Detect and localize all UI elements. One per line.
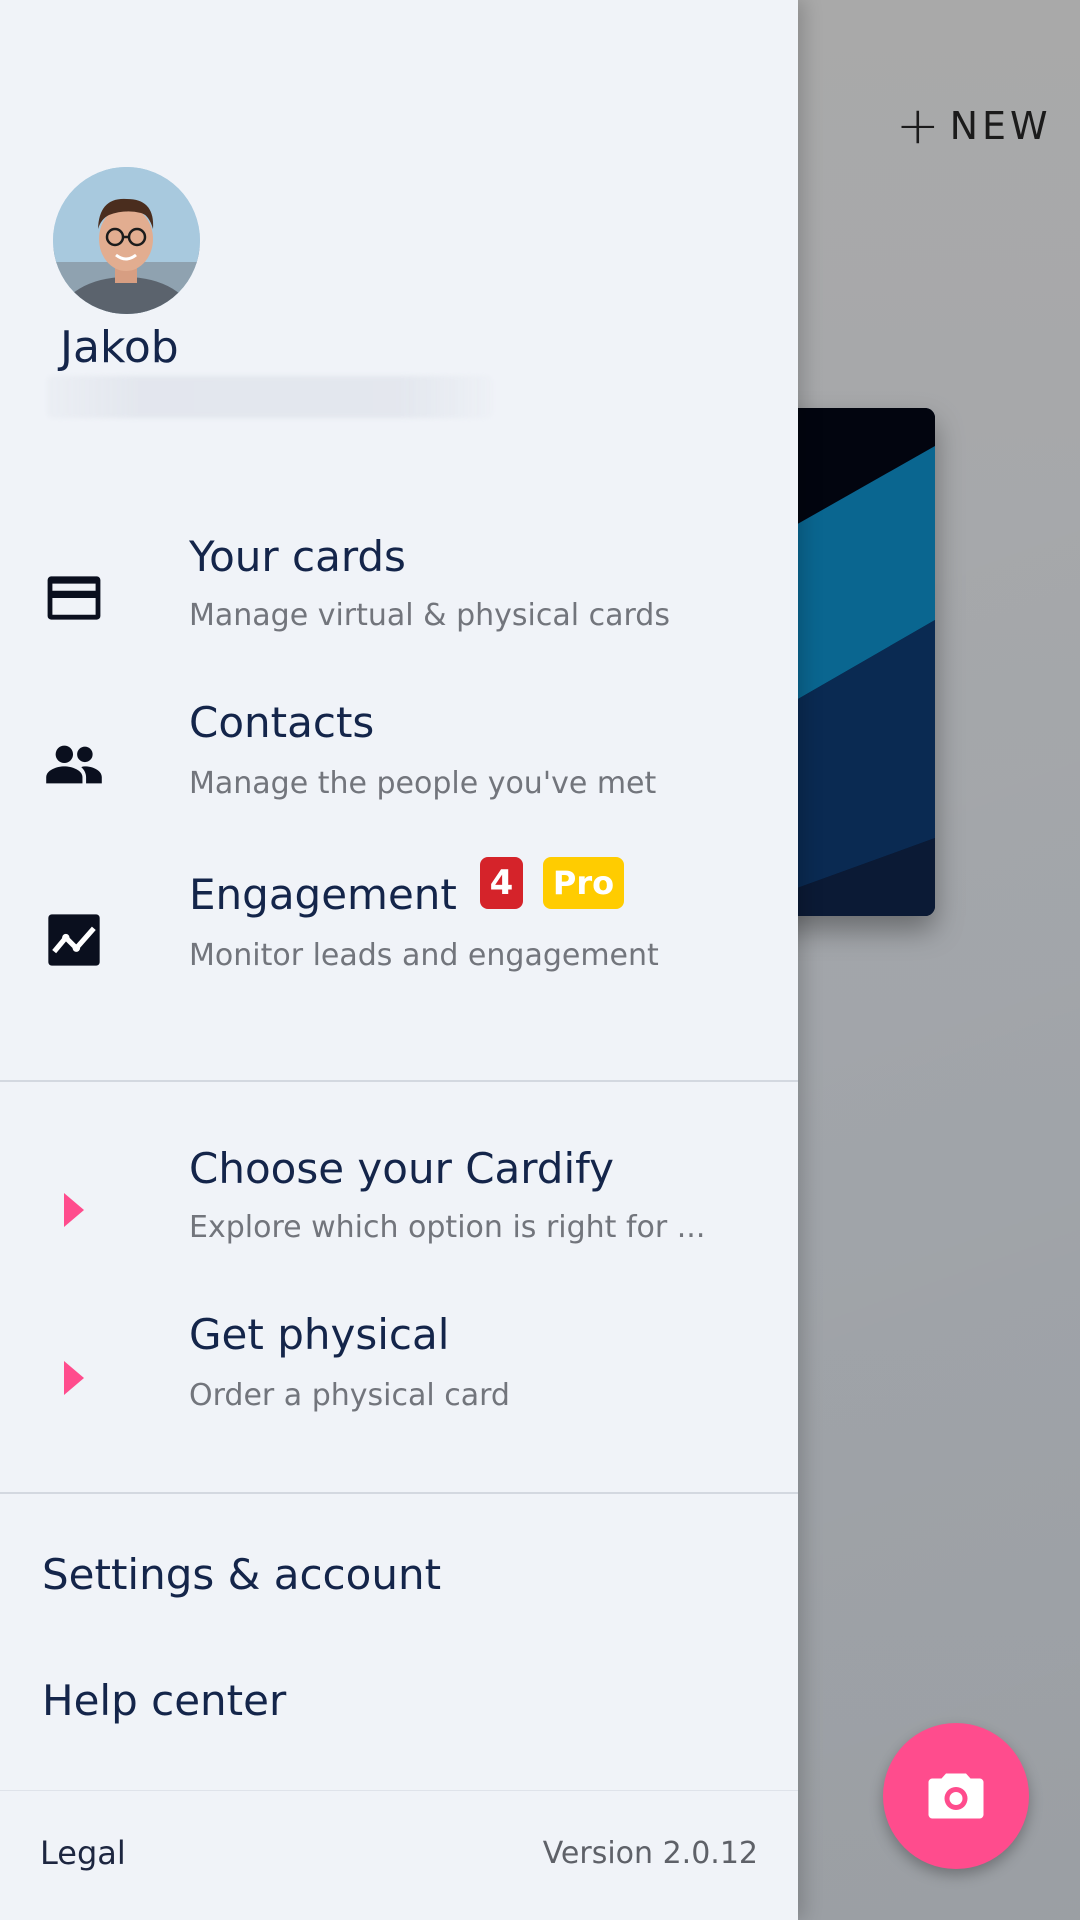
plus-icon: +	[896, 96, 944, 156]
menu-subtitle: Order a physical card	[189, 1378, 510, 1413]
camera-fab[interactable]	[883, 1723, 1029, 1869]
avatar[interactable]	[53, 167, 200, 314]
menu-title: Your cards	[189, 532, 406, 581]
new-button-label: NEW	[949, 104, 1052, 148]
menu-title: Engagement	[189, 870, 457, 919]
avatar-photo	[53, 167, 200, 314]
menu-subtitle: Monitor leads and engagement	[189, 938, 659, 973]
help-center-link[interactable]: Help center	[42, 1676, 286, 1725]
menu-title: Contacts	[189, 698, 375, 747]
divider	[0, 1080, 798, 1082]
menu-subtitle: Manage virtual & physical cards	[189, 598, 670, 633]
legal-link[interactable]: Legal	[40, 1834, 126, 1872]
play-arrow-icon	[44, 1180, 104, 1240]
pro-badge: Pro	[543, 857, 624, 909]
menu-item-engagement[interactable]: Engagement Monitor leads and engagement	[0, 858, 798, 1018]
divider	[0, 1492, 798, 1494]
user-name: Jakob	[60, 322, 179, 373]
screen: + NEW Jakob Your cards Manage virtual & …	[0, 0, 1080, 1920]
play-arrow-icon	[44, 1348, 104, 1408]
credit-card-icon	[44, 568, 104, 628]
navigation-drawer: Jakob Your cards Manage virtual & physic…	[0, 0, 798, 1920]
email-redacted	[47, 376, 492, 418]
menu-title: Choose your Cardify	[189, 1144, 615, 1193]
menu-item-choose-cardify[interactable]: Choose your Cardify Explore which option…	[0, 1130, 798, 1280]
camera-icon	[928, 1773, 984, 1819]
chart-line-icon	[44, 910, 104, 970]
menu-item-contacts[interactable]: Contacts Manage the people you've met	[0, 688, 798, 838]
menu-item-get-physical[interactable]: Get physical Order a physical card	[0, 1298, 798, 1448]
menu-item-your-cards[interactable]: Your cards Manage virtual & physical car…	[0, 520, 798, 670]
people-icon	[44, 734, 104, 794]
divider	[0, 1790, 798, 1791]
menu-subtitle: Explore which option is right for ...	[189, 1210, 706, 1245]
menu-title: Get physical	[189, 1310, 450, 1359]
app-version: Version 2.0.12	[542, 1836, 758, 1871]
new-card-button[interactable]: + NEW	[896, 96, 1052, 156]
engagement-count-badge: 4	[480, 857, 523, 909]
menu-subtitle: Manage the people you've met	[189, 766, 657, 801]
settings-account-link[interactable]: Settings & account	[42, 1550, 441, 1599]
